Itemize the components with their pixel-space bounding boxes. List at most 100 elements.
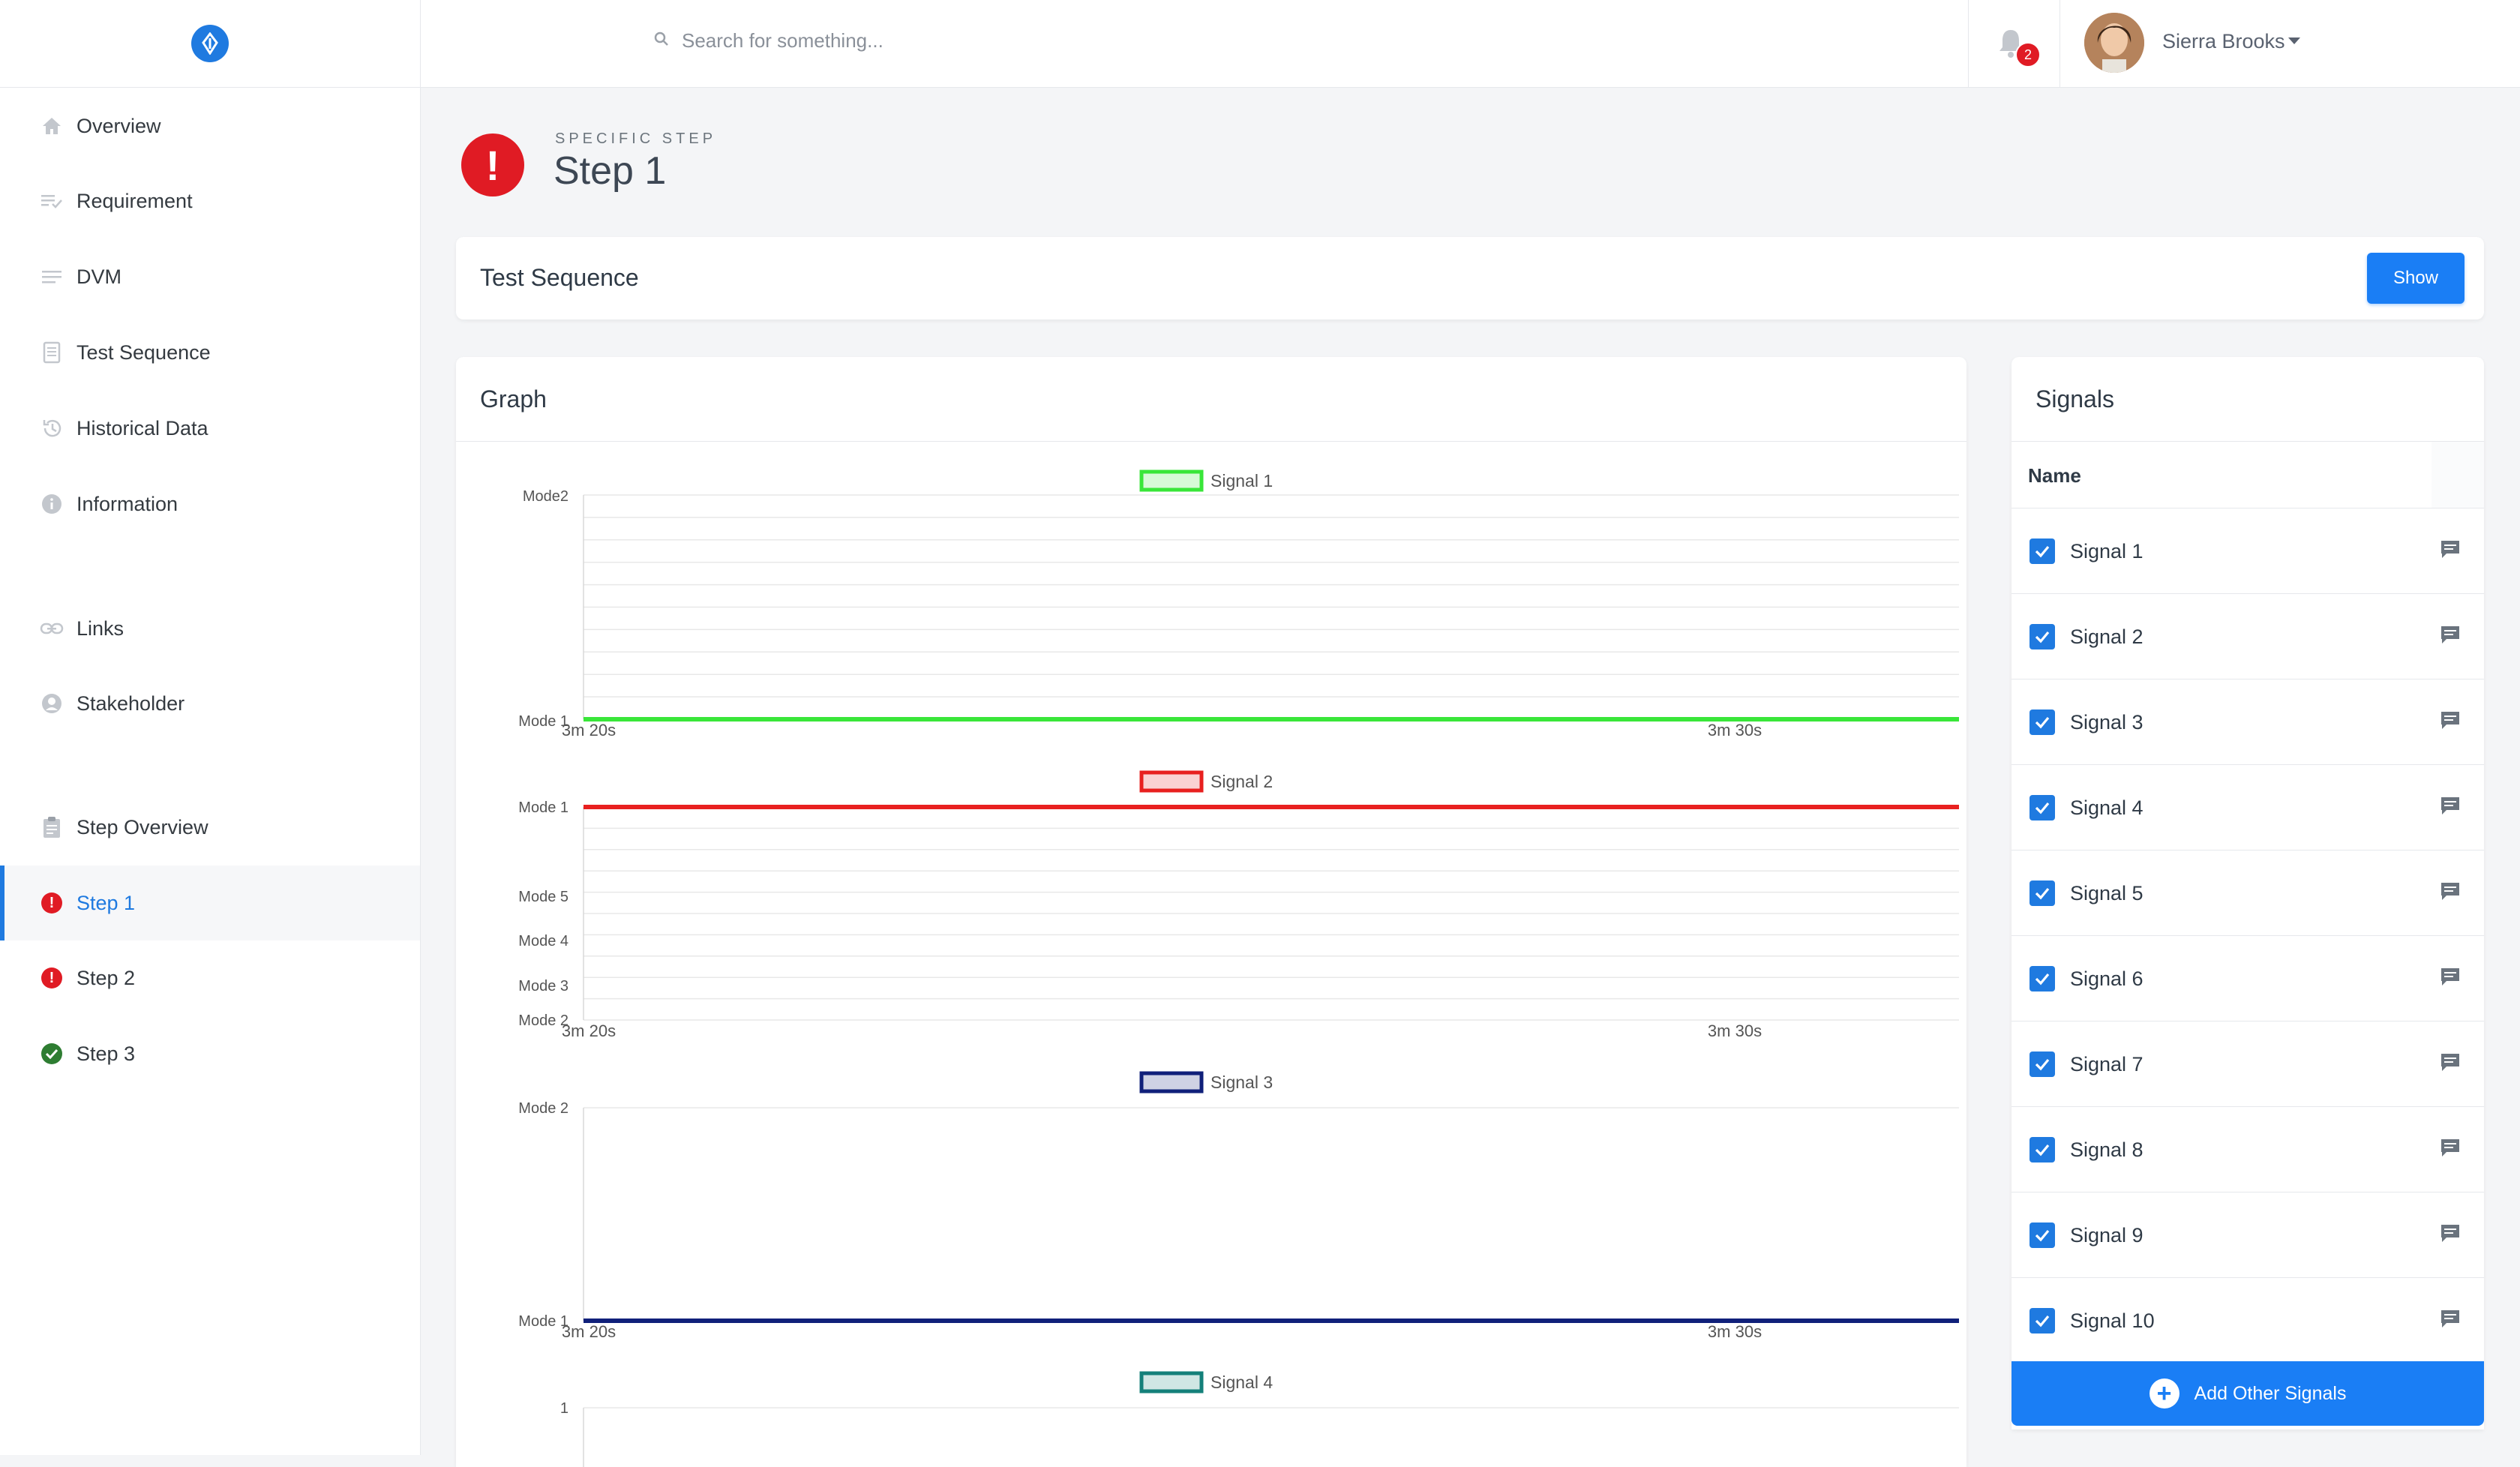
signal-name: Signal 1	[2070, 540, 2144, 562]
error-status-icon: !	[39, 965, 64, 991]
show-button[interactable]: Show	[2367, 253, 2464, 304]
logo-bar	[0, 0, 420, 88]
search-input[interactable]	[680, 28, 1208, 53]
clipboard-icon	[39, 814, 64, 840]
signal-row: Signal 6	[2012, 936, 2484, 1022]
comment-icon[interactable]	[2439, 795, 2462, 820]
comment-icon[interactable]	[2439, 1222, 2462, 1247]
page-title: Step 1	[554, 149, 667, 193]
signal-row: Signal 5	[2012, 850, 2484, 936]
sidebar-item-information[interactable]: Information	[0, 466, 420, 542]
lines-icon	[39, 264, 64, 290]
sidebar-item-links[interactable]: Links	[0, 591, 420, 666]
legend-swatch	[1139, 1071, 1204, 1094]
signal-checkbox[interactable]	[2030, 1308, 2055, 1334]
signal-name: Signal 9	[2070, 1224, 2144, 1246]
signal-checkbox[interactable]	[2030, 538, 2055, 564]
comment-icon[interactable]	[2439, 624, 2462, 649]
card-header: Graph	[456, 357, 1966, 442]
y-tick-label: Mode2	[523, 488, 568, 505]
link-icon	[39, 616, 64, 641]
sidebar-item-dvm[interactable]: DVM	[0, 239, 420, 314]
list-check-icon	[39, 188, 64, 214]
column-header-name[interactable]: Name	[2012, 442, 2484, 508]
comment-icon[interactable]	[2439, 538, 2462, 563]
sidebar-item-label: DVM	[76, 265, 122, 288]
sidebar-item-label: Requirement	[76, 189, 193, 212]
topbar: 2 Sierra Brooks	[421, 0, 2520, 88]
legend-label: Signal 2	[1210, 772, 1273, 791]
signal-checkbox[interactable]	[2030, 795, 2055, 820]
error-status-icon: !	[39, 890, 64, 916]
comment-icon[interactable]	[2439, 966, 2462, 991]
app-logo-icon[interactable]	[191, 25, 229, 62]
signal-graph: Signal 1 Mode2 Mode 1 3m 20s 3m 30s Signal 2 M…	[518, 470, 1959, 1467]
signal-row: Signal 8	[2012, 1107, 2484, 1192]
signal-checkbox[interactable]	[2030, 1222, 2055, 1248]
comment-icon[interactable]	[2439, 1308, 2462, 1333]
sidebar-item-overview[interactable]: Overview	[0, 88, 420, 164]
sidebar: Overview Requirement DVM Test Sequence H…	[0, 0, 421, 1455]
signal-row: Signal 10	[2012, 1278, 2484, 1364]
legend-swatch	[1139, 1371, 1204, 1394]
sidebar-item-label: Information	[76, 492, 178, 515]
sidebar-item-label: Test Sequence	[76, 340, 211, 364]
signal-checkbox[interactable]	[2030, 1137, 2055, 1162]
signal-checkbox[interactable]	[2030, 1052, 2055, 1077]
y-tick-label: Mode 2	[518, 1100, 568, 1117]
comment-icon[interactable]	[2439, 1052, 2462, 1076]
signal-name: Signal 8	[2070, 1138, 2144, 1161]
sidebar-item-label: Overview	[76, 114, 161, 137]
document-icon	[39, 340, 64, 365]
divider	[1968, 0, 1969, 87]
sidebar-item-label: Step 2	[76, 966, 136, 989]
signal-checkbox[interactable]	[2030, 880, 2055, 906]
signal-name: Signal 6	[2070, 968, 2144, 990]
x-tick-label: 3m 30s	[1708, 1022, 1762, 1040]
user-circle-icon	[39, 691, 64, 716]
legend-swatch	[1139, 470, 1204, 492]
add-other-signals-button[interactable]: + Add Other Signals	[2012, 1361, 2484, 1426]
history-icon	[39, 416, 64, 441]
signal-name: Signal 4	[2070, 796, 2144, 819]
user-name[interactable]: Sierra Brooks	[2162, 30, 2285, 53]
signal-name: Signal 5	[2070, 882, 2144, 904]
signal-name: Signal 7	[2070, 1053, 2144, 1076]
signal-name: Signal 10	[2070, 1310, 2155, 1332]
legend-label: Signal 1	[1210, 471, 1273, 490]
plus-circle-icon: +	[2149, 1378, 2180, 1408]
sidebar-item-label: Step Overview	[76, 815, 208, 838]
y-tick-label: 1	[560, 1400, 568, 1417]
signal-checkbox[interactable]	[2030, 966, 2055, 992]
signal-checkbox[interactable]	[2030, 624, 2055, 650]
comment-icon[interactable]	[2439, 710, 2462, 734]
sidebar-item-stakeholder[interactable]: Stakeholder	[0, 666, 420, 741]
sidebar-item-test-sequence[interactable]: Test Sequence	[0, 315, 420, 390]
card-title: Graph	[480, 386, 547, 412]
card-header: Signals	[2012, 357, 2484, 442]
home-icon	[39, 113, 64, 139]
sidebar-item-requirement[interactable]: Requirement	[0, 164, 420, 238]
check-status-icon	[39, 1041, 64, 1066]
x-tick-label: 3m 30s	[1708, 721, 1762, 740]
sidebar-item-step-2[interactable]: ! Step 2	[0, 940, 420, 1016]
sidebar-item-historical-data[interactable]: Historical Data	[0, 391, 420, 466]
chevron-down-icon[interactable]	[2288, 38, 2300, 44]
sidebar-item-step-1[interactable]: ! Step 1	[0, 866, 420, 940]
comment-icon[interactable]	[2439, 880, 2462, 905]
comment-icon[interactable]	[2439, 1137, 2462, 1162]
y-tick-label: Mode 1	[518, 800, 568, 816]
signals-card: Signals Name Signal 1 Signal 2 Signal 3 Sig…	[2012, 357, 2484, 1430]
search-icon	[653, 31, 670, 51]
signal-name: Signal 2	[2070, 626, 2144, 648]
signal-row: Signal 7	[2012, 1022, 2484, 1107]
legend-label: Signal 4	[1210, 1372, 1273, 1392]
avatar[interactable]	[2084, 13, 2144, 73]
graph-card: Graph Signal 1 Mode2 Mode 1 3m 20s 3m 30s Sig…	[456, 357, 1966, 1467]
signal-checkbox[interactable]	[2030, 710, 2055, 735]
sidebar-item-step-3[interactable]: Step 3	[0, 1016, 420, 1091]
sidebar-item-step-overview[interactable]: Step Overview	[0, 790, 420, 865]
sidebar-item-label: Step 1	[76, 891, 136, 914]
sidebar-item-label: Historical Data	[76, 416, 208, 440]
notification-badge: 2	[2015, 42, 2041, 68]
